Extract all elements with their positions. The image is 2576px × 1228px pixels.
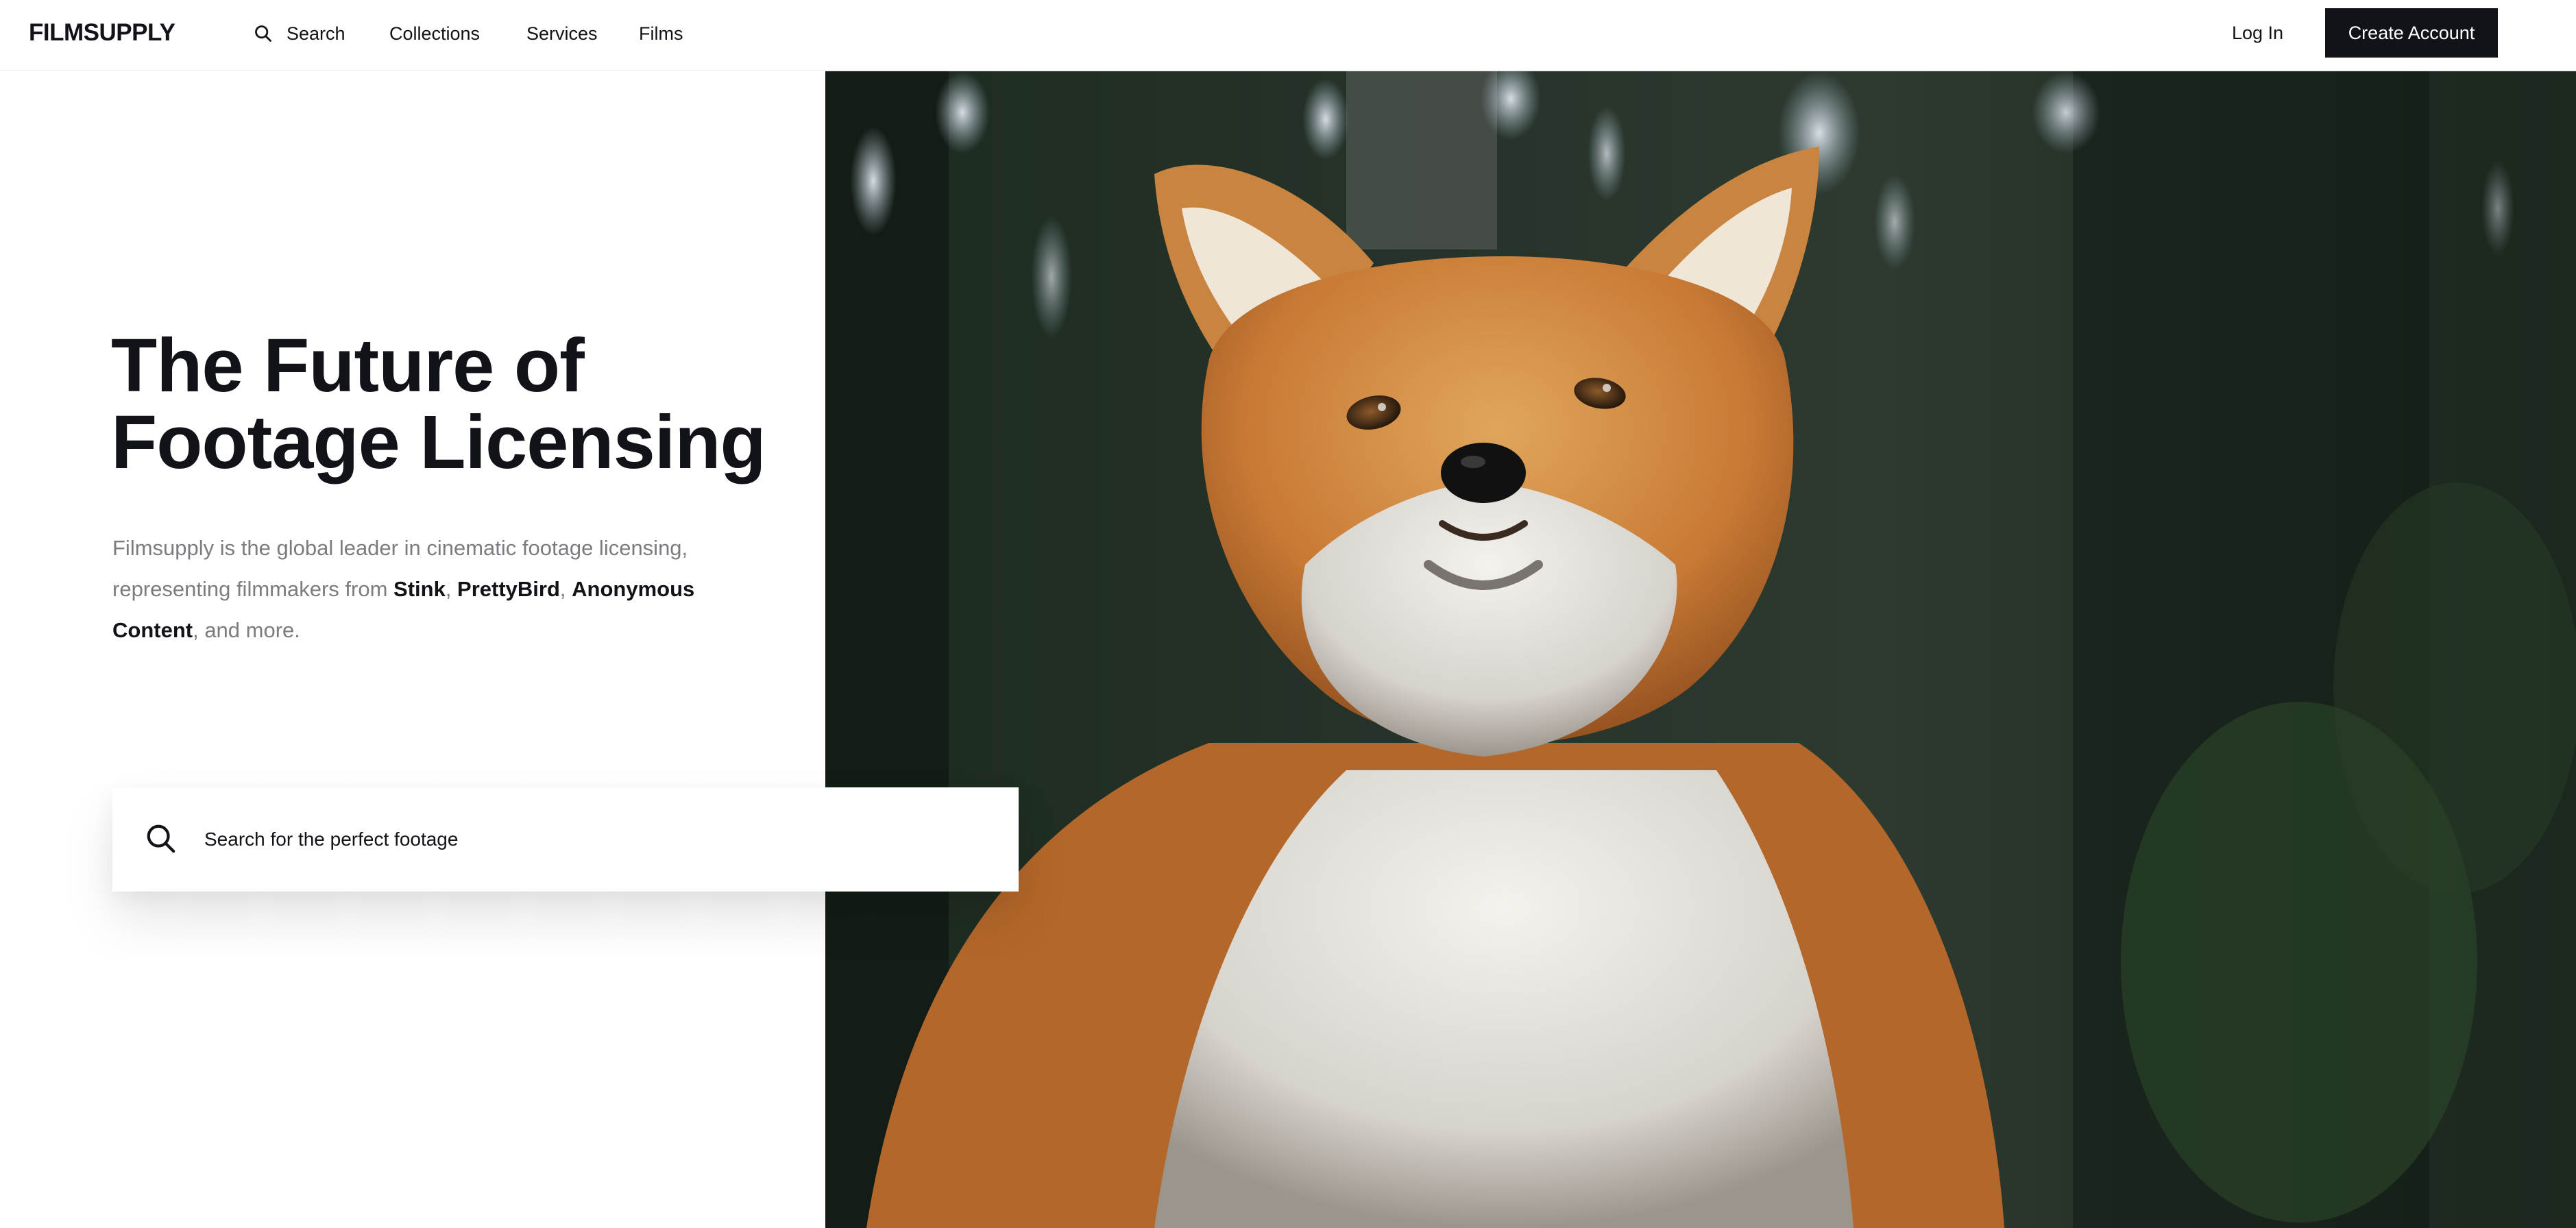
login-link[interactable]: Log In [2232,21,2283,45]
hero-headline-line2: Footage Licensing [111,400,766,484]
nav-collections-link[interactable]: Collections [389,21,480,46]
brand-prettybird: PrettyBird [457,577,560,601]
hero-search-input[interactable]: Search for the perfect footage [112,787,1019,892]
intro-separator-1: , [445,577,458,601]
intro-separator-2: , [559,577,572,601]
hero-headline: The Future of Footage Licensing [111,328,824,481]
filmsupply-logo[interactable]: FILMSUPPLY [29,19,175,47]
nav-search-link[interactable]: Search [254,21,345,46]
nav-search-label: Search [287,23,345,44]
brand-stink: Stink [393,577,446,601]
hero-intro: Filmsupply is the global leader in cinem… [112,528,702,651]
search-icon [255,25,271,42]
nav-films-link[interactable]: Films [639,21,683,46]
search-placeholder: Search for the perfect footage [204,828,459,850]
fox-illustration [825,71,2576,1228]
search-icon [147,824,175,853]
hero-headline-line1: The Future of [111,323,585,408]
intro-text-part2: , and more. [193,618,300,642]
create-account-button[interactable]: Create Account [2325,8,2498,58]
nav-services-link[interactable]: Services [526,21,598,46]
hero-fox-image [825,71,2576,1228]
site-header: FILMSUPPLY Search Collections Services F… [0,0,2576,71]
